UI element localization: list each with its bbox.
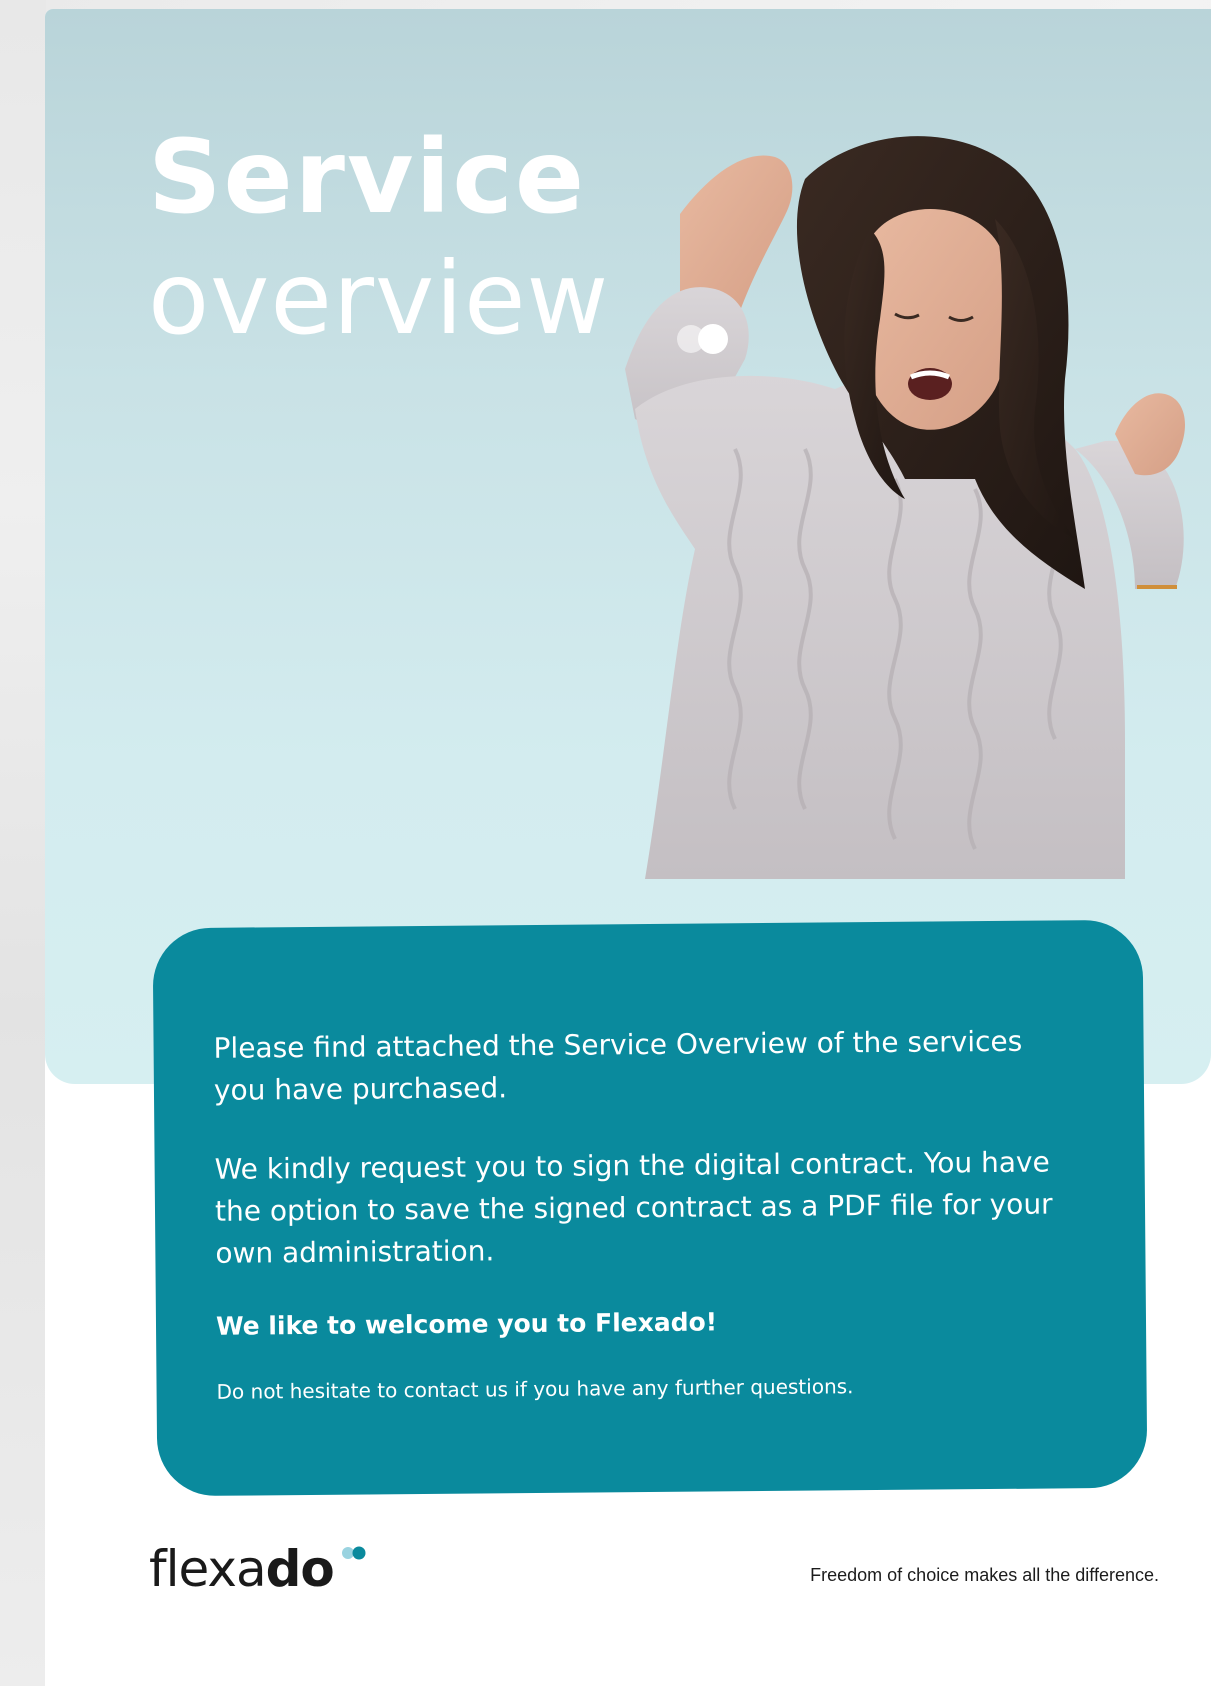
page-title-bold: Service bbox=[148, 118, 587, 237]
flexado-logo: flexado bbox=[149, 1544, 372, 1594]
contact-note: Do not hesitate to contact us if you hav… bbox=[216, 1374, 854, 1404]
info-card: Please find attached the Service Overvie… bbox=[152, 919, 1148, 1497]
logo-dots-icon bbox=[341, 1546, 366, 1560]
brand-slogan: Freedom of choice makes all the differen… bbox=[810, 1565, 1159, 1585]
info-paragraph-contract: We kindly request you to sign the digita… bbox=[214, 1145, 1053, 1270]
document-background: Service overview Please find attached th… bbox=[0, 0, 1211, 1686]
title-dots-icon bbox=[677, 324, 728, 354]
logo-text-bold: do bbox=[265, 1540, 335, 1598]
logo-wordmark: flexado bbox=[149, 1544, 335, 1594]
brochure-page: Service overview Please find attached th… bbox=[45, 9, 1211, 1686]
page-title-light: overview bbox=[148, 240, 610, 357]
logo-text-light: flexa bbox=[149, 1540, 267, 1598]
background-band bbox=[0, 0, 46, 1686]
welcome-heading: We like to welcome you to Flexado! bbox=[215, 1307, 718, 1341]
info-paragraph-attached: Please find attached the Service Overvie… bbox=[213, 1024, 1023, 1107]
